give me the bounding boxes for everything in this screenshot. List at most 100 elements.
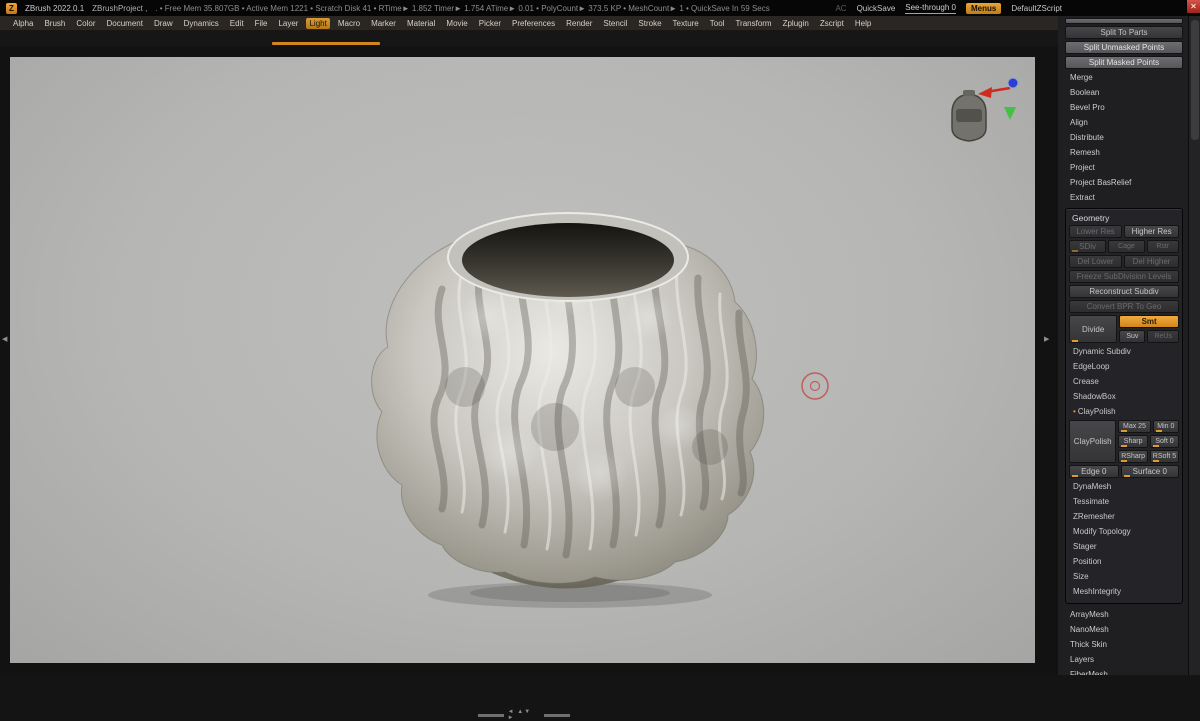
subpalette-header[interactable]: Crease: [1069, 375, 1179, 388]
reconstruct-subdiv-button[interactable]: Reconstruct Subdiv: [1069, 285, 1179, 298]
rstr-button[interactable]: Rstr: [1146, 240, 1180, 253]
smt-toggle[interactable]: Smt: [1119, 315, 1179, 328]
subpalette-header[interactable]: Stager: [1069, 540, 1179, 553]
subpalette-header[interactable]: Position: [1069, 555, 1179, 568]
suv-toggle[interactable]: Suv: [1119, 330, 1146, 343]
menu-item[interactable]: Document: [104, 18, 146, 29]
edge-slider[interactable]: Edge 0: [1069, 465, 1119, 478]
subpalette-header[interactable]: Modify Topology: [1069, 525, 1179, 538]
tool-panel-button[interactable]: Distribute: [1065, 131, 1183, 144]
subpalette-header[interactable]: Tessimate: [1069, 495, 1179, 508]
menu-item[interactable]: Macro: [335, 18, 363, 29]
claypolish-section-header[interactable]: • ClayPolish: [1069, 405, 1179, 418]
tool-panel-button[interactable]: Project: [1065, 161, 1183, 174]
claypolish-soft-slider[interactable]: Soft 0: [1149, 435, 1180, 448]
tool-panel-button[interactable]: Boolean: [1065, 86, 1183, 99]
subpalette-header[interactable]: Dynamic Subdiv: [1069, 345, 1179, 358]
reus-toggle[interactable]: ReUs: [1147, 330, 1179, 343]
menu-item[interactable]: Alpha: [10, 18, 36, 29]
claypolish-min-slider[interactable]: Min 0: [1152, 420, 1180, 433]
quicksave-button[interactable]: QuickSave: [857, 4, 896, 13]
lower-res-button[interactable]: Lower Res: [1069, 225, 1123, 238]
partially-visible-button[interactable]: [1065, 18, 1183, 24]
tool-panel-button[interactable]: Split Unmasked Points: [1065, 41, 1183, 54]
subpalette-header[interactable]: ShadowBox: [1069, 390, 1179, 403]
subpalette-header[interactable]: EdgeLoop: [1069, 360, 1179, 373]
subpalette-header[interactable]: Size: [1069, 570, 1179, 583]
canvas-scroll-right-arrow[interactable]: ▶: [1044, 336, 1049, 344]
tool-panel-button[interactable]: Remesh: [1065, 146, 1183, 159]
menu-item[interactable]: Brush: [41, 18, 68, 29]
menu-item[interactable]: Color: [73, 18, 98, 29]
menu-item[interactable]: Zplugin: [780, 18, 812, 29]
menu-item[interactable]: Help: [852, 18, 874, 29]
divide-button[interactable]: Divide: [1069, 315, 1118, 343]
menu-item[interactable]: Stencil: [600, 18, 630, 29]
menu-item[interactable]: Draw: [151, 18, 176, 29]
tool-panel-button[interactable]: Bevel Pro: [1065, 101, 1183, 114]
ac-indicator: AC: [835, 3, 847, 13]
menus-button[interactable]: Menus: [965, 2, 1002, 14]
tool-panel-button[interactable]: Project BasRelief: [1065, 176, 1183, 189]
geometry-mid-headers: Dynamic Subdiv EdgeLoop Crease ShadowBox: [1069, 345, 1179, 403]
claypolish-sharp-slider[interactable]: Sharp: [1118, 435, 1148, 448]
subpalette-header[interactable]: DynaMesh: [1069, 480, 1179, 493]
menu-item[interactable]: Transform: [732, 18, 774, 29]
subpalette-header[interactable]: Thick Skin: [1065, 638, 1183, 651]
freeze-subdivision-button[interactable]: Freeze SubDivision Levels: [1069, 270, 1179, 283]
del-lower-button[interactable]: Del Lower: [1069, 255, 1123, 268]
viewport-canvas[interactable]: [10, 57, 1035, 663]
panel-scrollbar-thumb[interactable]: [1191, 20, 1199, 140]
default-zscript-button[interactable]: DefaultZScript: [1011, 4, 1062, 13]
sculpted-mesh: [371, 212, 765, 584]
claypolish-button[interactable]: ClayPolish: [1069, 420, 1117, 463]
menu-item[interactable]: Light: [306, 17, 330, 29]
tool-panel-button[interactable]: Split To Parts: [1065, 26, 1183, 39]
scroll-bar-left[interactable]: [478, 713, 504, 717]
menu-item[interactable]: Tool: [707, 18, 728, 29]
claypolish-rsoft-slider[interactable]: RSoft 5: [1149, 450, 1180, 463]
document-scroll-control[interactable]: ◄ ▲▼ ►: [478, 709, 571, 721]
menu-item[interactable]: Stroke: [635, 18, 664, 29]
menu-item[interactable]: Movie: [443, 18, 470, 29]
app-version: ZBrush 2022.0.1: [25, 3, 85, 13]
subpalette-header[interactable]: MeshIntegrity: [1069, 585, 1179, 598]
close-button[interactable]: ✕: [1186, 0, 1200, 13]
subpalette-header[interactable]: NanoMesh: [1065, 623, 1183, 636]
higher-res-button[interactable]: Higher Res: [1124, 225, 1180, 238]
menu-item[interactable]: Dynamics: [181, 18, 222, 29]
cage-button[interactable]: Cage: [1108, 240, 1145, 253]
menu-item[interactable]: File: [252, 18, 271, 29]
tool-panel-button[interactable]: Split Masked Points: [1065, 56, 1183, 69]
sdiv-slider[interactable]: SDiv: [1069, 240, 1107, 253]
menu-item[interactable]: Picker: [476, 18, 504, 29]
subpalette-header[interactable]: FiberMesh: [1065, 668, 1183, 675]
del-higher-button[interactable]: Del Higher: [1124, 255, 1179, 268]
menu-item[interactable]: Layer: [275, 18, 301, 29]
panel-scrollbar[interactable]: [1188, 16, 1200, 675]
claypolish-bullet-icon: •: [1073, 407, 1076, 416]
subpalette-header[interactable]: Layers: [1065, 653, 1183, 666]
menu-item[interactable]: Marker: [368, 18, 399, 29]
claypolish-rsharp-slider[interactable]: RSharp: [1118, 450, 1148, 463]
scroll-bar-right[interactable]: [544, 713, 571, 717]
surface-slider[interactable]: Surface 0: [1120, 465, 1180, 478]
claypolish-max-slider[interactable]: Max 25: [1118, 420, 1151, 433]
geometry-subpalette: Geometry Lower Res Higher Res SDiv Cage …: [1065, 208, 1183, 604]
menu-item[interactable]: Zscript: [817, 18, 847, 29]
tool-panel-button[interactable]: Extract: [1065, 191, 1183, 204]
tool-panel-button[interactable]: Align: [1065, 116, 1183, 129]
convert-bpr-button[interactable]: Convert BPR To Geo: [1069, 300, 1179, 313]
canvas-scroll-left-arrow[interactable]: ◀: [2, 336, 7, 344]
menu-item[interactable]: Texture: [670, 18, 702, 29]
geometry-header[interactable]: Geometry: [1069, 211, 1179, 224]
menu-item[interactable]: Material: [404, 18, 438, 29]
subpalette-header[interactable]: ZRemesher: [1069, 510, 1179, 523]
menu-item[interactable]: Render: [563, 18, 595, 29]
see-through-slider[interactable]: See-through 0: [905, 3, 956, 14]
tool-panel-button[interactable]: Merge: [1065, 71, 1183, 84]
subpalette-header[interactable]: ArrayMesh: [1065, 608, 1183, 621]
menu-item[interactable]: Edit: [227, 18, 247, 29]
scroll-arrows-icon[interactable]: ◄ ▲▼ ►: [508, 709, 541, 721]
menu-item[interactable]: Preferences: [509, 18, 558, 29]
